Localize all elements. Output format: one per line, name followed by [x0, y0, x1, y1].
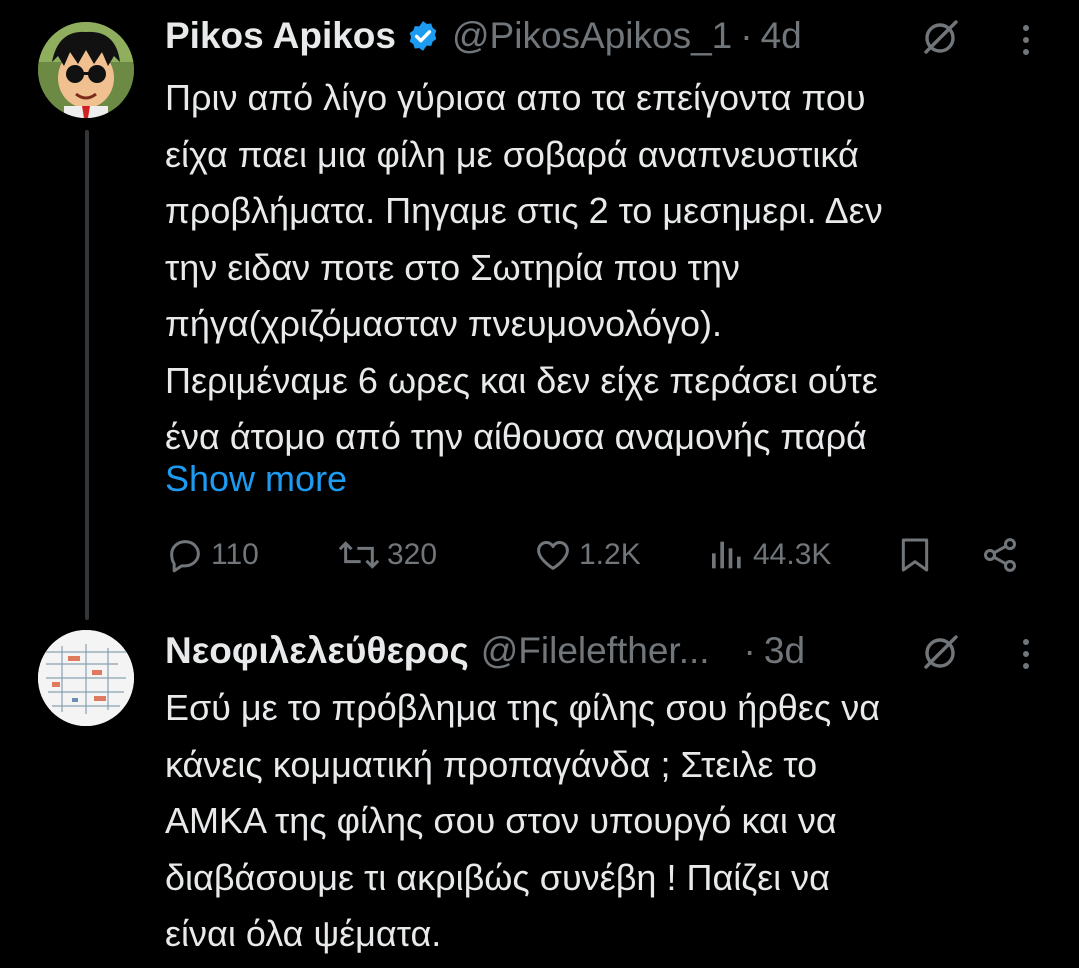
thread-connector-line [85, 130, 89, 620]
grok-icon[interactable] [920, 632, 960, 672]
reply-button[interactable]: 110 [165, 525, 259, 585]
share-icon [983, 538, 1017, 572]
more-icon[interactable] [1020, 20, 1032, 60]
author-name[interactable]: Pikos Apikos [165, 15, 396, 57]
views-icon [712, 541, 741, 569]
tweet-text-line: ΑΜΚΑ της φίλης σου στον υπουργό και να [165, 800, 837, 841]
tweet-text-line: διαβάσουμε τι ακριβώς συνέβη ! Παίζει να [165, 856, 830, 898]
bookmark-icon [901, 538, 929, 572]
author-name[interactable]: Νεοφιλελεύθερος [165, 630, 469, 672]
tweet-text-line: την ειδαν ποτε στο Σωτηρία που την [165, 246, 740, 288]
author-handle[interactable]: @Filelefther... [481, 630, 710, 672]
retweet-button[interactable]: 320 [337, 525, 437, 585]
tweet-text-line: Εσύ με το πρόβλημα της φίλης σου ήρθες ν… [165, 687, 881, 728]
tweet-actions: 110 320 1.2K 44.3K [165, 525, 1035, 585]
separator-dot: · [740, 15, 753, 56]
views-button[interactable]: 44.3K [707, 525, 831, 585]
reply-count: 110 [211, 538, 259, 571]
tweet-text: Εσύ με το πρόβλημα της φίλης σου ήρθες ν… [165, 680, 1055, 963]
verified-badge-icon [409, 21, 437, 51]
tweet-header: Pikos Apikos @PikosApikos_1 · 4d [165, 15, 802, 57]
timestamp[interactable]: 3d [764, 630, 805, 672]
tweet-text-line: είχα παει μια φίλη με σοβαρά αναπνευστικ… [165, 133, 859, 175]
retweet-count: 320 [387, 538, 438, 571]
tweet-text-line: Περιμέναμε 6 ωρες και δεν είχε περάσει ο… [165, 359, 878, 401]
timestamp[interactable]: 4d [761, 15, 802, 57]
tweet-text-line: Πριν από λίγο γύρισα απο τα επείγοντα πο… [165, 77, 866, 118]
more-icon[interactable] [1020, 634, 1032, 674]
like-count: 1.2K [579, 538, 641, 571]
tweet-text-line: κάνεις κομματική προπαγάνδα ; Στειλε το [165, 743, 818, 785]
reply-icon [170, 540, 200, 573]
tweet-text-line: προβλήματα. Πηγαμε στις 2 το μεσημερι. Δ… [165, 190, 883, 231]
diagram-avatar-icon [38, 630, 134, 726]
like-button[interactable]: 1.2K [533, 525, 641, 585]
avatar[interactable] [38, 630, 134, 726]
tweet-text: Πριν από λίγο γύρισα απο τα επείγοντα πο… [165, 70, 1055, 466]
retweet-icon [338, 541, 380, 569]
show-more-link[interactable]: Show more [165, 451, 347, 507]
tweet-text-line: είναι όλα ψέματα. [165, 913, 442, 954]
separator-dot: · [743, 630, 756, 671]
like-icon [537, 541, 569, 570]
bookmark-button[interactable] [895, 525, 935, 585]
share-button[interactable] [980, 525, 1020, 585]
tweet-header: Νεοφιλελεύθερος @Filelefther... · 3d [165, 630, 805, 672]
author-handle[interactable]: @PikosApikos_1 [452, 15, 732, 57]
grok-icon[interactable] [920, 17, 960, 57]
tweet-text-line: πήγα(χριζόμασταν πνευμονολόγο). [165, 303, 722, 344]
views-count: 44.3K [753, 538, 832, 571]
cartoon-avatar-icon [38, 22, 134, 118]
avatar[interactable] [38, 22, 134, 118]
